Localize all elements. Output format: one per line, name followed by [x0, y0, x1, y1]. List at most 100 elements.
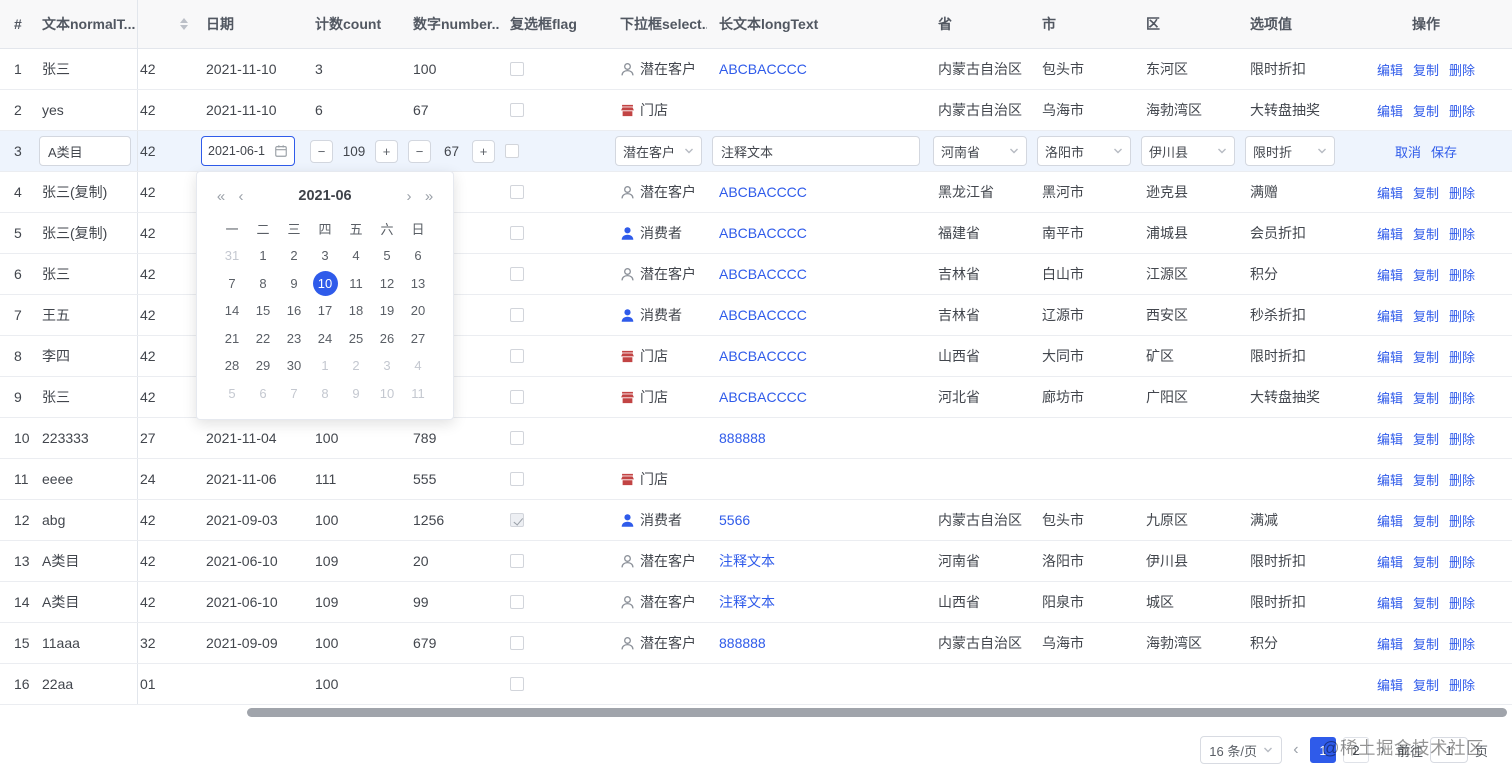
calendar-day[interactable]: 10	[372, 380, 403, 408]
horizontal-scrollbar[interactable]	[0, 708, 1512, 718]
jump-page-input[interactable]: 1	[1429, 737, 1468, 763]
delete-action[interactable]: 删除	[1449, 470, 1475, 489]
cancel-action[interactable]: 取消	[1395, 142, 1421, 161]
copy-action[interactable]: 复制	[1413, 183, 1439, 202]
prev-page-button[interactable]: ‹	[1288, 737, 1303, 763]
edit-action[interactable]: 编辑	[1377, 675, 1403, 694]
calendar-day[interactable]: 19	[372, 297, 403, 325]
row-checkbox[interactable]	[510, 267, 524, 281]
row-checkbox[interactable]	[510, 431, 524, 445]
calendar-day[interactable]: 23	[279, 325, 310, 353]
text-input[interactable]: A类目	[39, 136, 131, 166]
row-checkbox[interactable]	[510, 677, 524, 691]
calendar-day[interactable]: 9	[341, 380, 372, 408]
calendar-day[interactable]: 12	[372, 270, 403, 298]
calendar-day[interactable]: 13	[403, 270, 434, 298]
edit-action[interactable]: 编辑	[1377, 183, 1403, 202]
column-header-city[interactable]: 市	[1032, 0, 1136, 49]
calendar-month-title[interactable]: 2021-06	[251, 188, 399, 204]
calendar-day[interactable]: 31	[217, 242, 248, 270]
province-select[interactable]: 河南省	[933, 136, 1027, 166]
longtext-link[interactable]: ABCBACCCC	[719, 266, 807, 282]
calendar-day[interactable]: 27	[403, 325, 434, 353]
edit-action[interactable]: 编辑	[1377, 470, 1403, 489]
longtext-link[interactable]: ABCBACCCC	[719, 225, 807, 241]
edit-action[interactable]: 编辑	[1377, 101, 1403, 120]
column-header-district[interactable]: 区	[1136, 0, 1240, 49]
copy-action[interactable]: 复制	[1413, 470, 1439, 489]
page-button-2[interactable]: 2	[1342, 737, 1369, 763]
next-month-button[interactable]: ›	[399, 188, 419, 205]
calendar-day[interactable]: 5	[217, 380, 248, 408]
copy-action[interactable]: 复制	[1413, 634, 1439, 653]
edit-action[interactable]: 编辑	[1377, 552, 1403, 571]
row-checkbox[interactable]	[510, 472, 524, 486]
longtext-link[interactable]: 注释文本	[719, 592, 775, 612]
longtext-link[interactable]: 注释文本	[719, 551, 775, 571]
edit-action[interactable]: 编辑	[1377, 265, 1403, 284]
column-header-option[interactable]: 选项值	[1240, 0, 1340, 49]
row-checkbox[interactable]	[510, 62, 524, 76]
calendar-day[interactable]: 1	[310, 352, 341, 380]
horizontal-scrollbar-thumb[interactable]	[247, 708, 1507, 717]
row-checkbox[interactable]	[510, 636, 524, 650]
copy-action[interactable]: 复制	[1413, 675, 1439, 694]
minus-button[interactable]: −	[310, 139, 333, 163]
delete-action[interactable]: 删除	[1449, 183, 1475, 202]
column-header-text[interactable]: 文本normalT...	[34, 0, 138, 49]
longtext-link[interactable]: ABCBACCCC	[719, 184, 807, 200]
column-header-index[interactable]: #	[0, 0, 34, 49]
delete-action[interactable]: 删除	[1449, 306, 1475, 325]
calendar-day[interactable]: 16	[279, 297, 310, 325]
calendar-day-selected[interactable]: 10	[312, 270, 338, 296]
delete-action[interactable]: 删除	[1449, 675, 1475, 694]
option-select[interactable]: 限时折	[1245, 136, 1335, 166]
calendar-day[interactable]: 24	[310, 325, 341, 353]
calendar-day[interactable]: 11	[403, 380, 434, 408]
column-header-count[interactable]: 计数count	[305, 0, 403, 49]
calendar-day[interactable]: 18	[341, 297, 372, 325]
customer-type-select[interactable]: 潜在客户	[615, 136, 702, 166]
calendar-day[interactable]: 3	[372, 352, 403, 380]
edit-action[interactable]: 编辑	[1377, 634, 1403, 653]
calendar-day[interactable]: 21	[217, 325, 248, 353]
delete-action[interactable]: 删除	[1449, 593, 1475, 612]
calendar-day[interactable]: 7	[217, 270, 248, 298]
row-checkbox[interactable]	[510, 185, 524, 199]
longtext-link[interactable]: ABCBACCCC	[719, 61, 807, 77]
calendar-day[interactable]: 9	[279, 270, 310, 298]
longtext-link[interactable]: 888888	[719, 430, 766, 446]
calendar-day[interactable]: 4	[341, 242, 372, 270]
calendar-day[interactable]: 25	[341, 325, 372, 353]
calendar-day[interactable]: 14	[217, 297, 248, 325]
longtext-link[interactable]: ABCBACCCC	[719, 348, 807, 364]
sort-carets-icon[interactable]	[180, 18, 188, 30]
copy-action[interactable]: 复制	[1413, 306, 1439, 325]
edit-action[interactable]: 编辑	[1377, 224, 1403, 243]
plus-button[interactable]: +	[375, 139, 398, 163]
calendar-day[interactable]: 15	[248, 297, 279, 325]
minus-button[interactable]: −	[408, 139, 431, 163]
copy-action[interactable]: 复制	[1413, 388, 1439, 407]
city-select[interactable]: 洛阳市	[1037, 136, 1131, 166]
calendar-day[interactable]: 11	[341, 270, 372, 298]
row-checkbox[interactable]	[510, 226, 524, 240]
calendar-day[interactable]: 22	[248, 325, 279, 353]
column-header-actions[interactable]: 操作	[1340, 0, 1512, 49]
next-year-button[interactable]: »	[419, 188, 439, 205]
plus-button[interactable]: +	[472, 139, 495, 163]
copy-action[interactable]: 复制	[1413, 429, 1439, 448]
longtext-input[interactable]: 注释文本	[712, 136, 920, 166]
save-action[interactable]: 保存	[1431, 142, 1457, 161]
delete-action[interactable]: 删除	[1449, 388, 1475, 407]
row-checkbox[interactable]	[510, 308, 524, 322]
page-button-1[interactable]: 1	[1309, 737, 1336, 763]
calendar-day[interactable]: 5	[372, 242, 403, 270]
delete-action[interactable]: 删除	[1449, 511, 1475, 530]
delete-action[interactable]: 删除	[1449, 634, 1475, 653]
edit-action[interactable]: 编辑	[1377, 429, 1403, 448]
copy-action[interactable]: 复制	[1413, 347, 1439, 366]
column-header-scrolled[interactable]	[138, 0, 196, 49]
calendar-day[interactable]: 17	[310, 297, 341, 325]
next-page-button[interactable]: ›	[1375, 737, 1390, 763]
